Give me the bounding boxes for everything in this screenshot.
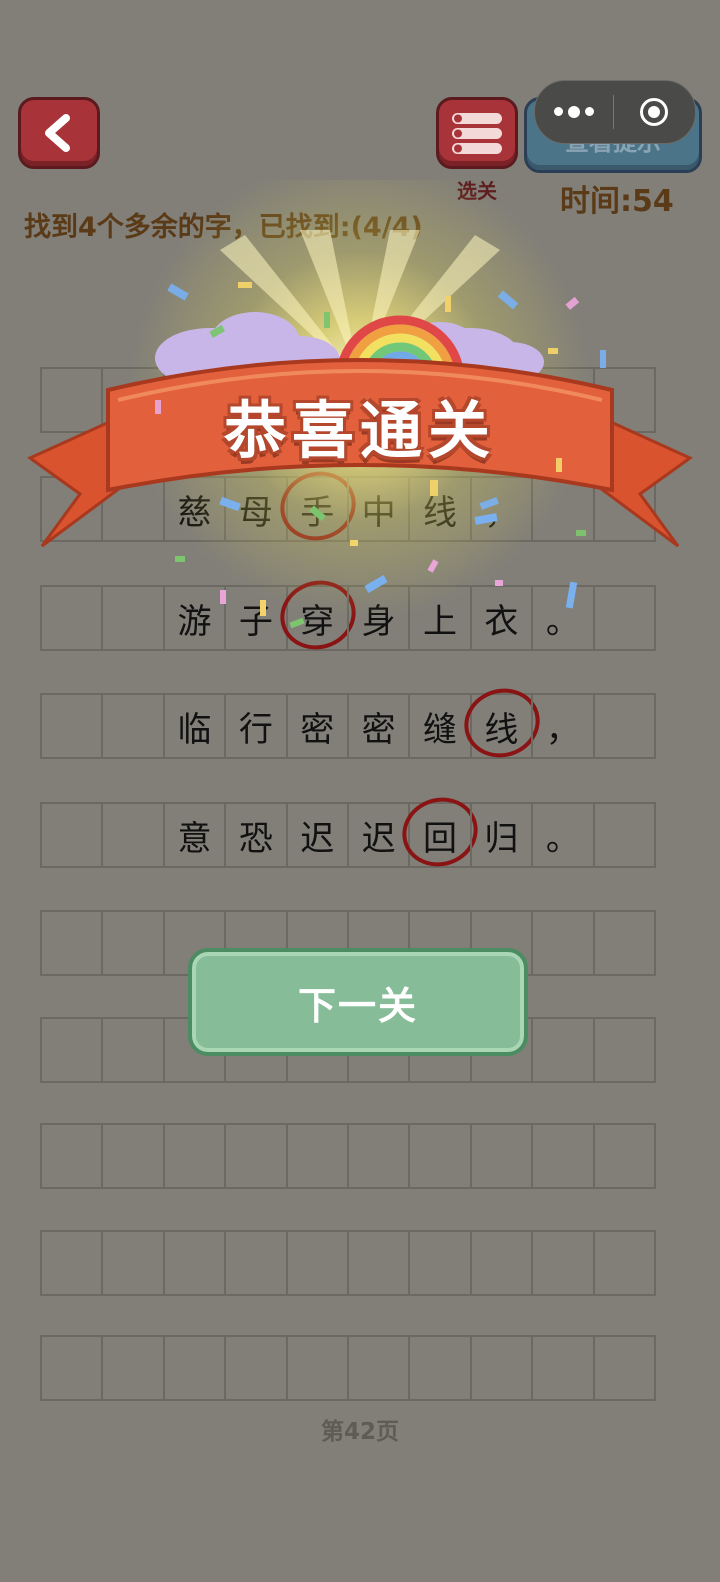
grid-cell[interactable] bbox=[101, 693, 165, 759]
grid-cell[interactable] bbox=[40, 1335, 104, 1401]
grid-cell[interactable] bbox=[592, 1335, 656, 1401]
grid-cell[interactable] bbox=[531, 1230, 595, 1296]
grid-cell[interactable] bbox=[40, 585, 104, 651]
grid-cell[interactable] bbox=[162, 1123, 227, 1189]
close-miniprogram-icon[interactable] bbox=[614, 98, 694, 126]
grid-cell[interactable] bbox=[162, 1230, 227, 1296]
grid-cell[interactable] bbox=[285, 1230, 349, 1296]
grid-cell[interactable] bbox=[101, 910, 165, 976]
grid-cell[interactable] bbox=[101, 1123, 165, 1189]
grid-cell[interactable]: 归 bbox=[469, 802, 534, 868]
grid-cell[interactable] bbox=[224, 1335, 288, 1401]
grid-cell[interactable] bbox=[285, 1335, 349, 1401]
grid-cell[interactable]: 行 bbox=[224, 693, 288, 759]
grid-cell[interactable] bbox=[469, 1335, 534, 1401]
grid-cell[interactable] bbox=[469, 1230, 534, 1296]
grid-cell[interactable] bbox=[162, 1335, 227, 1401]
level-select-button[interactable] bbox=[436, 97, 518, 169]
grid-cell[interactable] bbox=[531, 910, 595, 976]
grid-cell-found[interactable]: 回 bbox=[408, 802, 472, 868]
confetti-lower bbox=[175, 496, 578, 629]
miniprogram-capsule bbox=[534, 80, 696, 144]
grid-cell[interactable]: 意 bbox=[162, 802, 227, 868]
grid-row bbox=[40, 1123, 674, 1189]
grid-row bbox=[40, 1230, 674, 1296]
grid-row bbox=[40, 1335, 674, 1401]
grid-cell[interactable] bbox=[592, 1017, 656, 1083]
grid-cell[interactable] bbox=[101, 802, 165, 868]
back-button[interactable] bbox=[18, 97, 100, 169]
page-number: 第42页 bbox=[320, 1419, 399, 1445]
grid-cell[interactable] bbox=[592, 910, 656, 976]
grid-cell[interactable] bbox=[469, 1123, 534, 1189]
chevron-left-icon bbox=[45, 114, 70, 152]
grid-cell[interactable] bbox=[40, 1017, 104, 1083]
grid-cell[interactable] bbox=[40, 910, 104, 976]
grid-row: 意恐迟迟回归。 bbox=[40, 802, 674, 868]
grid-cell[interactable] bbox=[408, 1230, 472, 1296]
grid-cell[interactable] bbox=[346, 1335, 411, 1401]
grid-cell[interactable] bbox=[101, 1230, 165, 1296]
grid-cell[interactable] bbox=[408, 1123, 472, 1189]
grid-cell[interactable]: 密 bbox=[285, 693, 349, 759]
grid-cell[interactable] bbox=[346, 1123, 411, 1189]
grid-cell[interactable] bbox=[40, 1123, 104, 1189]
grid-cell[interactable]: 迟 bbox=[346, 802, 411, 868]
grid-cell[interactable] bbox=[592, 802, 656, 868]
grid-cell[interactable] bbox=[592, 1230, 656, 1296]
grid-cell[interactable] bbox=[40, 802, 104, 868]
grid-cell[interactable] bbox=[40, 693, 104, 759]
grid-cell[interactable]: 恐 bbox=[224, 802, 288, 868]
grid-cell[interactable] bbox=[408, 1335, 472, 1401]
grid-cell[interactable] bbox=[101, 1335, 165, 1401]
grid-cell[interactable] bbox=[346, 1230, 411, 1296]
grid-cell[interactable]: ， bbox=[531, 693, 595, 759]
grid-row: 临行密密缝线， bbox=[40, 693, 674, 759]
grid-cell[interactable]: 迟 bbox=[285, 802, 349, 868]
next-level-button[interactable]: 下一关 bbox=[188, 948, 528, 1056]
grid-cell[interactable] bbox=[224, 1123, 288, 1189]
grid-cell[interactable] bbox=[531, 1123, 595, 1189]
grid-cell[interactable] bbox=[531, 1335, 595, 1401]
grid-cell[interactable]: 缝 bbox=[408, 693, 472, 759]
grid-cell[interactable] bbox=[592, 693, 656, 759]
grid-cell[interactable] bbox=[592, 1123, 656, 1189]
next-level-label: 下一关 bbox=[297, 983, 418, 1028]
grid-cell[interactable] bbox=[40, 1230, 104, 1296]
grid-cell[interactable] bbox=[101, 1017, 165, 1083]
level-complete-title: 恭喜通关 bbox=[223, 394, 496, 467]
grid-cell[interactable]: 临 bbox=[162, 693, 227, 759]
more-options-icon[interactable] bbox=[535, 105, 613, 118]
list-icon bbox=[452, 113, 502, 154]
grid-cell[interactable] bbox=[224, 1230, 288, 1296]
grid-cell-found[interactable]: 线 bbox=[469, 693, 534, 759]
grid-cell[interactable] bbox=[285, 1123, 349, 1189]
grid-cell[interactable]: 。 bbox=[531, 802, 595, 868]
grid-cell[interactable] bbox=[531, 1017, 595, 1083]
grid-cell[interactable]: 密 bbox=[346, 693, 411, 759]
